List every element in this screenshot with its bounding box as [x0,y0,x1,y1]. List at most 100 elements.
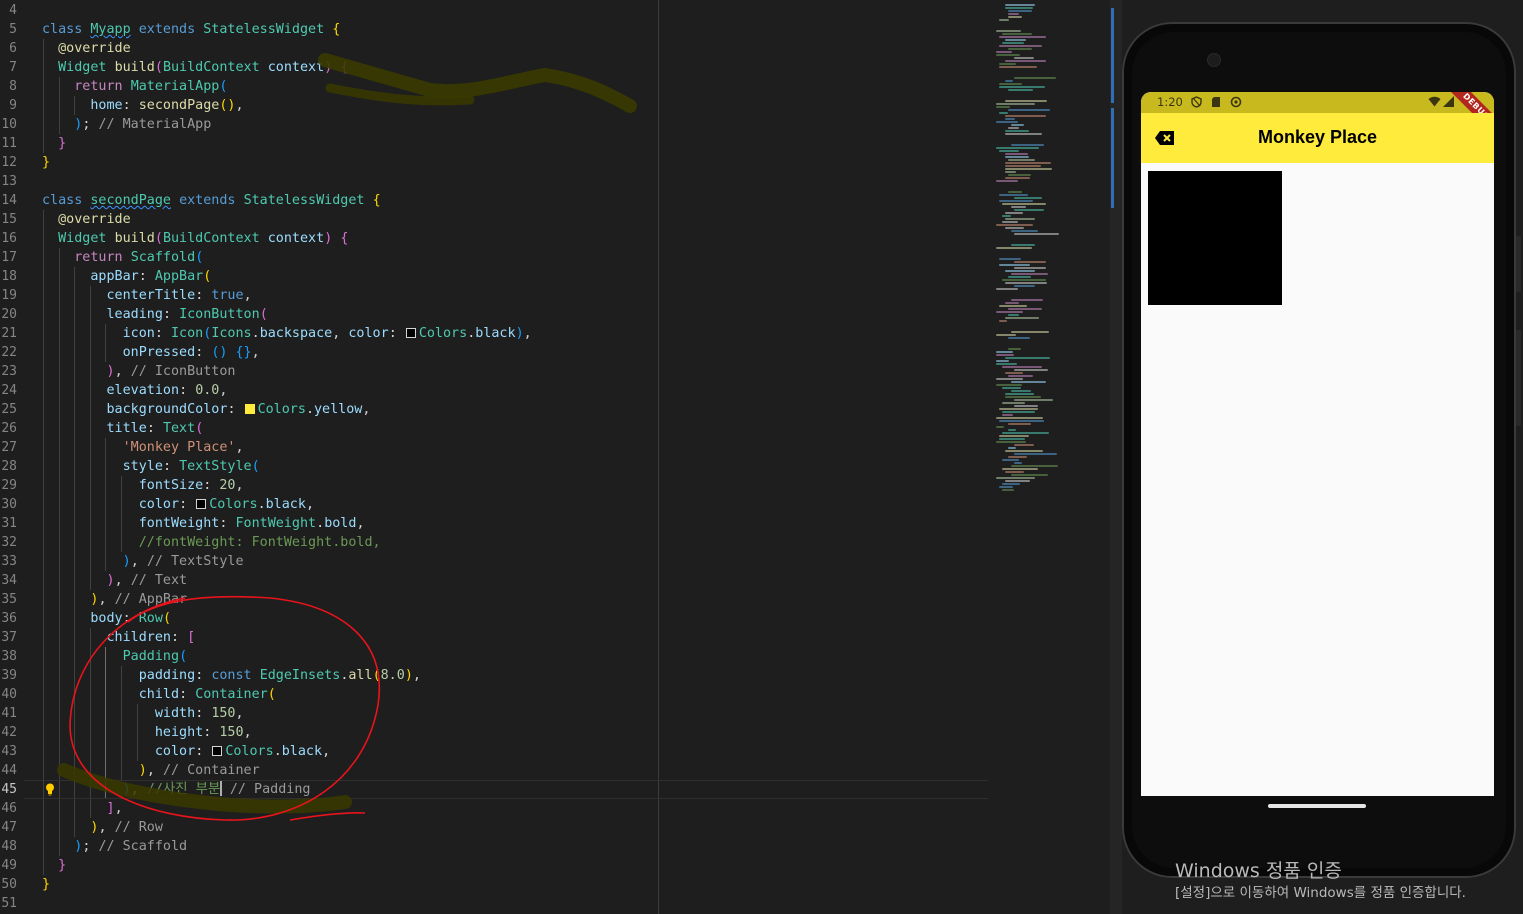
line-number: 48 [1,839,17,854]
code-line[interactable]: 27 'Monkey Place', [0,438,1000,457]
minimap-line [999,150,1019,152]
code-line[interactable]: 30 color: Colors.black, [0,495,1000,514]
volume-button[interactable] [1516,236,1521,292]
code-text: ), // AppBar [90,592,188,607]
minimap-line [996,121,1018,123]
minimap-line [1005,177,1030,179]
line-number: 50 [1,877,17,892]
minimap-line [1002,414,1013,416]
code-line[interactable]: 22 onPressed: () {}, [0,343,1000,362]
minimap-line [1005,302,1019,304]
code-line[interactable]: 18 appBar: AppBar( [0,267,1000,286]
minimap-line [999,435,1029,437]
line-number: 24 [1,383,17,398]
code-line[interactable]: 38 Padding( [0,647,1000,666]
code-line[interactable]: 31 fontWeight: FontWeight.bold, [0,514,1000,533]
minimap-line [1014,77,1056,79]
code-line[interactable]: 20 leading: IconButton( [0,305,1000,324]
code-line[interactable]: 36 body: Row( [0,609,1000,628]
front-camera [1208,54,1220,66]
minimap-line [996,247,1032,249]
minimap-line [1011,144,1044,146]
code-text: class Myapp extends StatelessWidget { [42,22,341,37]
minimap-line [999,112,1008,114]
code-line[interactable]: 34 ), // Text [0,571,1000,590]
minimap-line [1008,456,1027,458]
code-line[interactable]: 17 return Scaffold( [0,248,1000,267]
code-line[interactable]: 7 Widget build(BuildContext context) { [0,58,1000,77]
minimap-line [996,224,1033,226]
code-line[interactable]: 24 elevation: 0.0, [0,381,1000,400]
code-text: width: 150, [154,706,244,721]
code-line[interactable]: 26 title: Text( [0,419,1000,438]
code-line[interactable]: 48 ); // Scaffold [0,837,1000,856]
code-line[interactable]: 11 } [0,134,1000,153]
minimap-line [999,264,1030,266]
minimap-line [1002,411,1035,413]
lightbulb-icon[interactable] [45,783,55,796]
minimap-line [1014,285,1035,287]
minimap-line [1005,282,1047,284]
code-line[interactable]: 44 ), // Container [0,761,1000,780]
minimap-line [999,86,1045,88]
line-number: 38 [1,649,17,664]
code-line[interactable]: 35 ), // AppBar [0,590,1000,609]
code-line[interactable]: 10 ); // MaterialApp [0,115,1000,134]
code-line[interactable]: 47 ), // Row [0,818,1000,837]
indent-guide [43,780,44,799]
code-line[interactable]: 14 class secondPage extends StatelessWidg… [0,191,1000,210]
code-line[interactable]: 40 child: Container( [0,685,1000,704]
code-line[interactable]: 8 return MaterialApp( [0,77,1000,96]
code-line[interactable]: 4 [0,1,1000,20]
code-line[interactable]: 46 ], [0,799,1000,818]
minimap-line [1014,267,1046,269]
minimap-line [1014,399,1053,401]
code-line[interactable]: 16 Widget build(BuildContext context) { [0,229,1000,248]
minimap[interactable] [992,0,1110,914]
code-line[interactable]: 6 @override [0,39,1000,58]
code-line[interactable]: 28 style: TextStyle( [0,457,1000,476]
code-line[interactable]: 33 ), // TextStyle [0,552,1000,571]
power-button[interactable] [1516,330,1521,426]
code-line[interactable]: 37 children: [ [0,628,1000,647]
code-line[interactable]: 32 //fontWeight: FontWeight.bold, [0,533,1000,552]
code-line[interactable]: 42 height: 150, [0,723,1000,742]
code-text: elevation: 0.0, [106,383,228,398]
code-line[interactable]: 23 ), // IconButton [0,362,1000,381]
minimap-line [1008,348,1021,350]
code-line[interactable]: 51 [0,894,1000,913]
code-line[interactable]: 41 width: 150, [0,704,1000,723]
code-editor[interactable]: 4 5 class Myapp extends StatelessWidget {6… [0,0,1110,914]
code-line[interactable]: 49 } [0,856,1000,875]
line-number: 9 [9,98,17,113]
code-line[interactable]: 50} [0,875,1000,894]
line-number: 42 [1,725,17,740]
minimap-line [1005,227,1024,229]
code-line[interactable]: 29 fontSize: 20, [0,476,1000,495]
minimap-line [1014,197,1042,199]
code-line[interactable]: 12} [0,153,1000,172]
home-indicator[interactable] [1268,804,1366,808]
code-line[interactable]: 45 ), //사진 부분 // Padding [0,780,1000,799]
code-line[interactable]: 15 @override [0,210,1000,229]
minimap-line [996,334,1016,336]
minimap-line [996,351,1013,353]
code-line[interactable]: 5 class Myapp extends StatelessWidget { [0,20,1000,39]
minimap-line [1005,100,1047,102]
code-line[interactable]: 13 [0,172,1000,191]
code-line[interactable]: 21 icon: Icon(Icons.backspace, color: Co… [0,324,1000,343]
minimap-line [999,66,1037,68]
code-line[interactable]: 19 centerTitle: true, [0,286,1000,305]
minimap-line [996,360,1009,362]
code-line[interactable]: 43 color: Colors.black, [0,742,1000,761]
phone-screen[interactable]: 1:20 DEBUG Monkey Place [1141,92,1494,796]
line-number: 8 [9,79,17,94]
windows-activation-subtitle: [설정]으로 이동하여 Windows를 정품 인증합니다. [1175,885,1466,901]
code-line[interactable]: 9 home: secondPage(), [0,96,1000,115]
line-number: 12 [1,155,17,170]
minimap-line [1005,4,1035,6]
code-line[interactable]: 25 backgroundColor: Colors.yellow, [0,400,1000,419]
code-line[interactable]: 39 padding: const EdgeInsets.all(8.0), [0,666,1000,685]
code-area[interactable]: 4 5 class Myapp extends StatelessWidget {6… [0,1,1000,913]
line-number: 26 [1,421,17,436]
